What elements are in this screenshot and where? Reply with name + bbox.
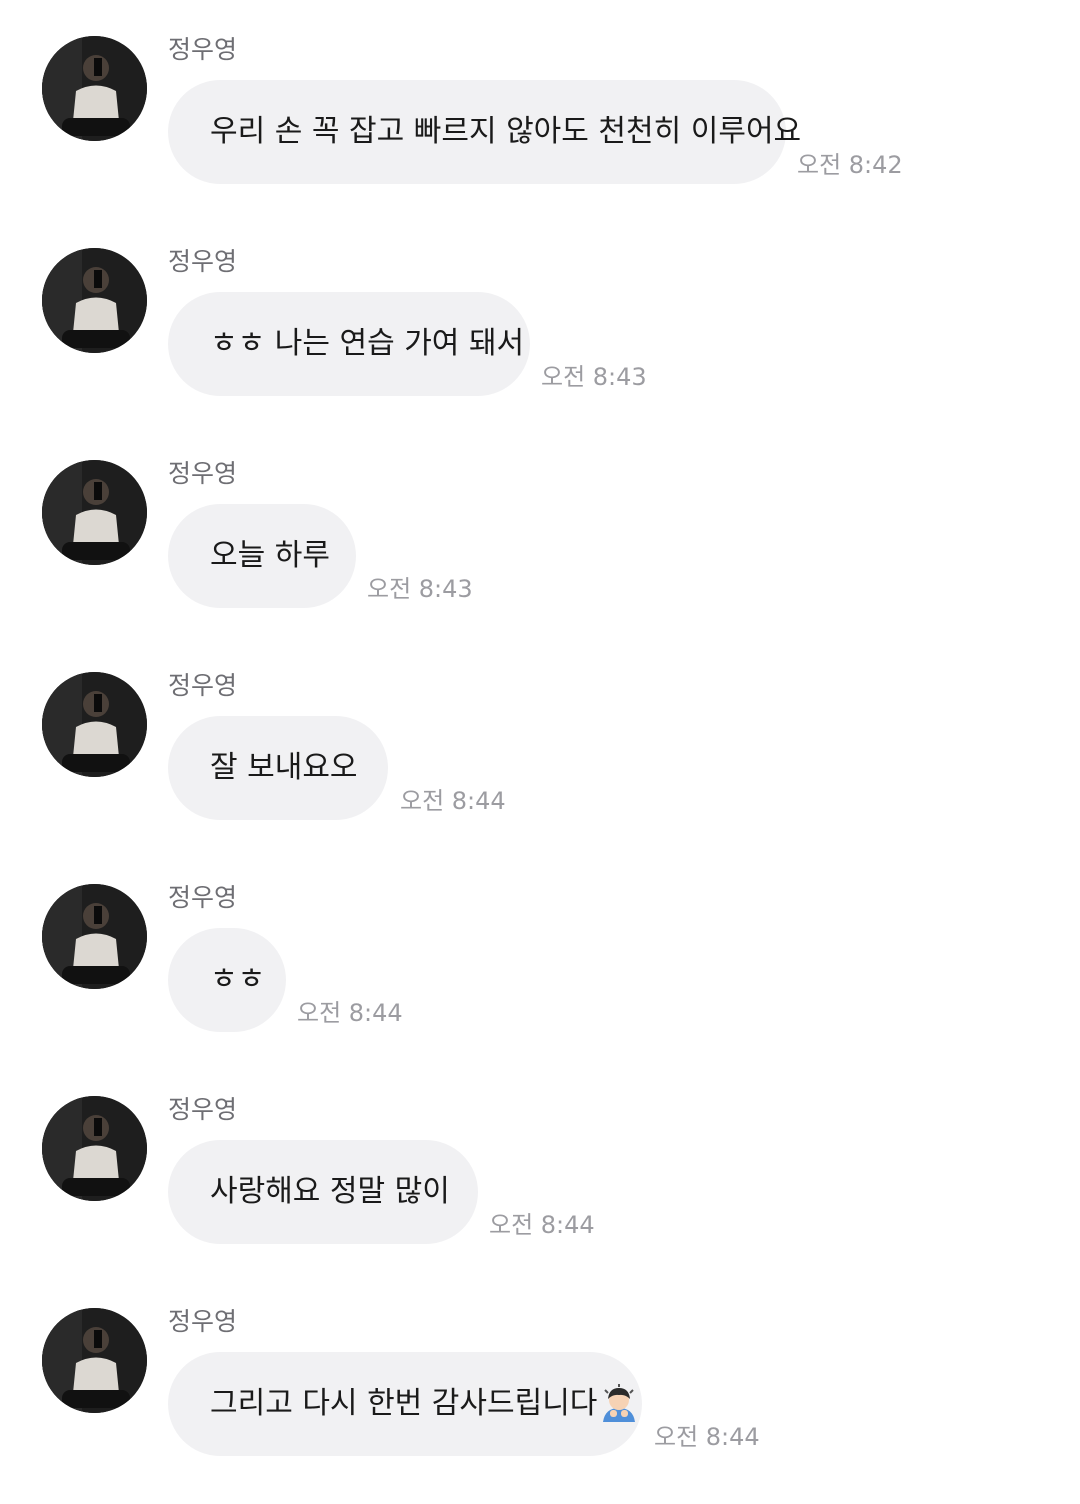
person-bowing-emoji-icon	[599, 1384, 639, 1424]
avatar[interactable]	[42, 884, 147, 989]
sender-name: 정우영	[168, 1095, 238, 1124]
message-time: 오전 8:44	[489, 1211, 595, 1239]
message-time: 오전 8:44	[400, 787, 506, 815]
message-time: 오전 8:44	[654, 1423, 760, 1451]
message-bubble[interactable]: 그리고 다시 한번 감사드립니다	[168, 1352, 642, 1456]
message-time: 오전 8:43	[367, 575, 473, 603]
sender-name: 정우영	[168, 671, 238, 700]
avatar[interactable]	[42, 36, 147, 141]
sender-name: 정우영	[168, 247, 238, 276]
avatar[interactable]	[42, 672, 147, 777]
message-text: ㅎㅎ	[210, 962, 266, 997]
sender-name: 정우영	[168, 883, 238, 912]
message-bubble[interactable]: 오늘 하루	[168, 504, 356, 608]
message-bubble[interactable]: 사랑해요 정말 많이	[168, 1140, 478, 1244]
chat-message: 정우영 오늘 하루 오전 8:43	[0, 424, 1080, 636]
avatar[interactable]	[42, 460, 147, 565]
message-text: 오늘 하루	[210, 538, 330, 573]
chat-message: 정우영 사랑해요 정말 많이 오전 8:44	[0, 1060, 1080, 1272]
message-text: 우리 손 꼭 잡고 빠르지 않아도 천천히 이루어요	[210, 114, 802, 149]
message-bubble[interactable]: 잘 보내요오	[168, 716, 388, 820]
message-bubble[interactable]: 우리 손 꼭 잡고 빠르지 않아도 천천히 이루어요	[168, 80, 801, 184]
message-time: 오전 8:42	[797, 151, 903, 179]
chat-message: 정우영 우리 손 꼭 잡고 빠르지 않아도 천천히 이루어요 오전 8:42	[0, 0, 1080, 212]
message-text: 잘 보내요오	[210, 750, 358, 785]
avatar[interactable]	[42, 248, 147, 353]
chat-message: 정우영 잘 보내요오 오전 8:44	[0, 636, 1080, 848]
message-text: 사랑해요 정말 많이	[210, 1174, 450, 1209]
message-time: 오전 8:43	[541, 363, 647, 391]
chat-message: 정우영 ㅎㅎ 오전 8:44	[0, 848, 1080, 1060]
chat-message: 정우영 ㅎㅎ 나는 연습 가여 돼서 오전 8:43	[0, 212, 1080, 424]
sender-name: 정우영	[168, 1307, 238, 1336]
message-bubble[interactable]: ㅎㅎ	[168, 928, 286, 1032]
message-text: 그리고 다시 한번 감사드립니다	[210, 1386, 598, 1421]
message-time: 오전 8:44	[297, 999, 403, 1027]
sender-name: 정우영	[168, 35, 238, 64]
avatar[interactable]	[42, 1308, 147, 1413]
chat-message: 정우영 그리고 다시 한번 감사드립니다 오전 8:44	[0, 1272, 1080, 1484]
sender-name: 정우영	[168, 459, 238, 488]
message-text: ㅎㅎ 나는 연습 가여 돼서	[210, 326, 525, 361]
message-bubble[interactable]: ㅎㅎ 나는 연습 가여 돼서	[168, 292, 530, 396]
avatar[interactable]	[42, 1096, 147, 1201]
